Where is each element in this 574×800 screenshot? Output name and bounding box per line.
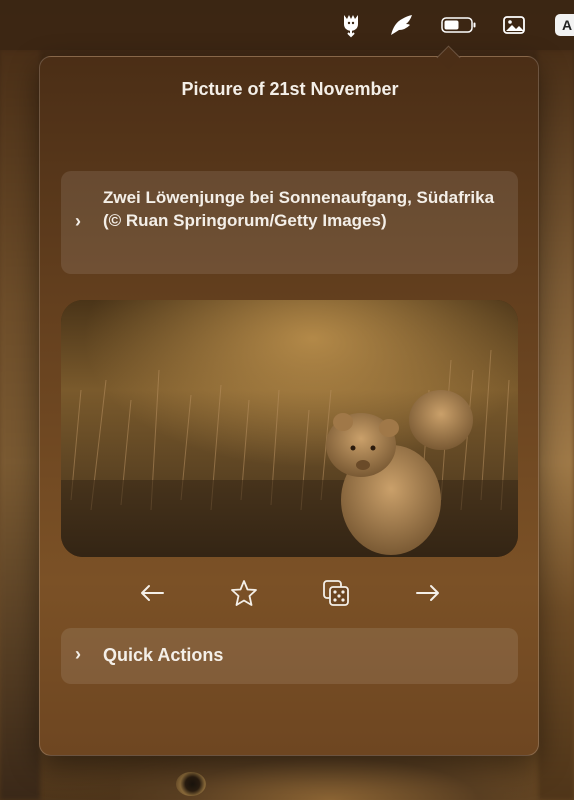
picture-description-text: Zwei Löwenjunge bei Sonnenaufgang, Südaf…	[103, 188, 495, 230]
quick-actions-label: Quick Actions	[103, 645, 224, 665]
battery-icon[interactable]	[441, 13, 477, 37]
wallpaper-lion-eye	[176, 772, 206, 796]
arrow-right-icon[interactable]	[408, 575, 448, 611]
wallpaper-left-edge	[0, 50, 40, 800]
chevron-right-icon: ›	[75, 644, 81, 664]
wallpaper-popover: Picture of 21st November › Zwei Löwenjun…	[39, 45, 540, 756]
chevron-right-icon: ›	[75, 211, 81, 231]
wing-icon[interactable]	[388, 13, 414, 37]
alpaca-download-icon[interactable]	[338, 13, 364, 38]
dice-icon[interactable]	[316, 575, 356, 611]
star-icon[interactable]	[224, 575, 264, 611]
menu-bar: A	[0, 0, 574, 50]
arrow-left-icon[interactable]	[132, 575, 172, 611]
picture-description-disclosure[interactable]: › Zwei Löwenjunge bei Sonnenaufgang, Süd…	[61, 171, 518, 274]
menu-bar-app-letter[interactable]: A	[555, 14, 574, 36]
wallpaper-preview-image[interactable]	[61, 300, 518, 557]
quick-actions-disclosure[interactable]: › Quick Actions	[61, 628, 518, 684]
photo-icon[interactable]	[502, 13, 526, 37]
popover-title: Picture of 21st November	[181, 79, 399, 99]
wallpaper-right-edge	[538, 50, 574, 800]
navigation-row	[40, 575, 540, 611]
